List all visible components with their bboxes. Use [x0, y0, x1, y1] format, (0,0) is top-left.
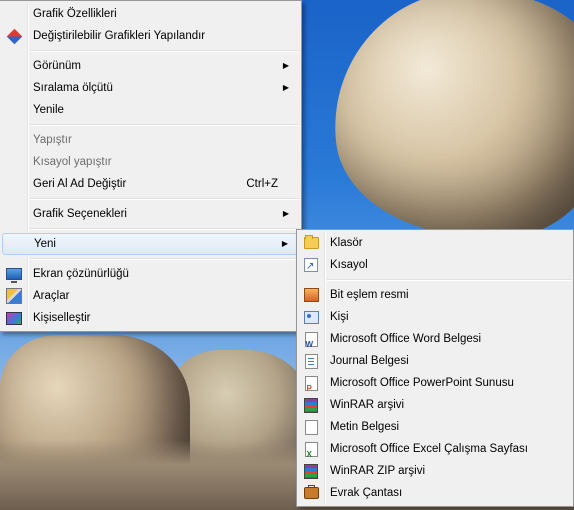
stone-head-image	[321, 0, 574, 254]
powerpoint-icon	[303, 375, 319, 400]
menu-item-new[interactable]: Yeni ▶	[2, 233, 299, 255]
menu-item-label: Microsoft Office Excel Çalışma Sayfası	[330, 443, 528, 455]
folder-icon	[303, 235, 319, 251]
journal-document-icon	[303, 353, 319, 369]
menu-item-label: Sıralama ölçütü	[33, 82, 113, 94]
submenu-arrow-icon: ▶	[282, 83, 289, 92]
submenu-item-excel-worksheet[interactable]: Microsoft Office Excel Çalışma Sayfası	[299, 438, 571, 466]
menu-separator	[30, 228, 299, 230]
briefcase-icon	[303, 485, 319, 501]
shortcut-icon	[303, 256, 319, 278]
menu-item-label: Journal Belgesi	[330, 355, 409, 367]
menu-item-undo-rename[interactable]: Geri Al Ad Değiştir Ctrl+Z	[2, 173, 299, 195]
menu-item-paste: Yapıştır	[2, 129, 299, 151]
submenu-item-folder[interactable]: Klasör	[299, 232, 571, 254]
menu-item-graphics-properties[interactable]: Grafik Özellikleri	[2, 3, 299, 25]
excel-icon	[303, 441, 319, 466]
text-document-icon	[303, 419, 319, 435]
desktop-context-menu: Grafik Özellikleri Değiştirilebilir Graf…	[0, 0, 302, 332]
tools-icon	[6, 288, 22, 304]
winrar-zip-icon	[303, 463, 319, 479]
submenu-item-briefcase[interactable]: Evrak Çantası	[299, 482, 571, 504]
menu-item-label: Microsoft Office PowerPoint Sunusu	[330, 377, 514, 389]
menu-item-configure-switchable-graphics[interactable]: Değiştirilebilir Grafikleri Yapılandır	[2, 25, 299, 47]
menu-item-screen-resolution[interactable]: Ekran çözünürlüğü	[2, 263, 299, 285]
menu-item-tools[interactable]: Araçlar	[2, 285, 299, 307]
word-document-icon	[303, 331, 319, 356]
menu-item-personalize[interactable]: Kişiselleştir	[2, 307, 299, 329]
submenu-item-contact[interactable]: Kişi	[299, 306, 571, 328]
menu-item-label: Yenile	[33, 104, 64, 116]
menu-item-label: Yeni	[34, 238, 56, 250]
submenu-arrow-icon: ▶	[282, 61, 289, 70]
menu-item-view[interactable]: Görünüm ▶	[2, 55, 299, 77]
keyboard-shortcut: Ctrl+Z	[246, 178, 278, 190]
menu-item-label: WinRAR ZIP arşivi	[330, 465, 425, 477]
submenu-item-bitmap[interactable]: Bit eşlem resmi	[299, 284, 571, 306]
menu-item-label: Ekran çözünürlüğü	[33, 268, 129, 280]
menu-item-label: Kısayol	[330, 259, 368, 271]
winrar-icon	[303, 397, 319, 413]
menu-item-label: Görünüm	[33, 60, 81, 72]
submenu-arrow-icon: ▶	[281, 239, 288, 248]
menu-item-label: Geri Al Ad Değiştir	[33, 178, 127, 190]
submenu-item-journal-document[interactable]: Journal Belgesi	[299, 350, 571, 372]
menu-item-label: Grafik Özellikleri	[33, 8, 117, 20]
menu-item-label: Bit eşlem resmi	[330, 289, 409, 301]
submenu-item-shortcut[interactable]: Kısayol	[299, 254, 571, 278]
menu-item-label: Değiştirilebilir Grafikleri Yapılandır	[33, 30, 206, 42]
submenu-item-word-document[interactable]: Microsoft Office Word Belgesi	[299, 328, 571, 356]
menu-item-graphics-options[interactable]: Grafik Seçenekleri ▶	[2, 203, 299, 225]
menu-separator	[30, 124, 299, 126]
menu-separator	[327, 279, 571, 281]
menu-item-label: Kişiselleştir	[33, 312, 91, 324]
submenu-item-winrar-archive[interactable]: WinRAR arşivi	[299, 394, 571, 416]
submenu-item-winrar-zip[interactable]: WinRAR ZIP arşivi	[299, 460, 571, 482]
menu-item-label: WinRAR arşivi	[330, 399, 405, 411]
menu-item-sort-by[interactable]: Sıralama ölçütü ▶	[2, 77, 299, 99]
menu-item-refresh[interactable]: Yenile	[2, 99, 299, 121]
menu-item-paste-shortcut: Kısayol yapıştır	[2, 151, 299, 173]
menu-item-label: Evrak Çantası	[330, 487, 403, 499]
submenu-item-text-document[interactable]: Metin Belgesi	[299, 416, 571, 438]
menu-separator	[30, 50, 299, 52]
menu-item-label: Araçlar	[33, 290, 70, 302]
menu-separator	[30, 258, 299, 260]
menu-separator	[30, 198, 299, 200]
menu-item-label: Microsoft Office Word Belgesi	[330, 333, 482, 345]
personalize-icon	[6, 310, 22, 326]
menu-item-label: Klasör	[330, 237, 363, 249]
monitor-icon	[6, 266, 22, 283]
submenu-item-powerpoint[interactable]: Microsoft Office PowerPoint Sunusu	[299, 372, 571, 400]
menu-item-label: Grafik Seçenekleri	[33, 208, 127, 220]
menu-item-label: Yapıştır	[33, 134, 72, 146]
new-submenu: Klasör Kısayol Bit eşlem resmi Kişi Micr…	[296, 229, 574, 507]
menu-item-label: Metin Belgesi	[330, 421, 400, 433]
menu-item-label: Kısayol yapıştır	[33, 156, 112, 168]
submenu-arrow-icon: ▶	[282, 209, 289, 218]
contact-icon	[303, 309, 319, 325]
menu-item-label: Kişi	[330, 311, 349, 323]
graphics-diamond-icon	[6, 28, 22, 44]
bitmap-icon	[303, 287, 319, 303]
